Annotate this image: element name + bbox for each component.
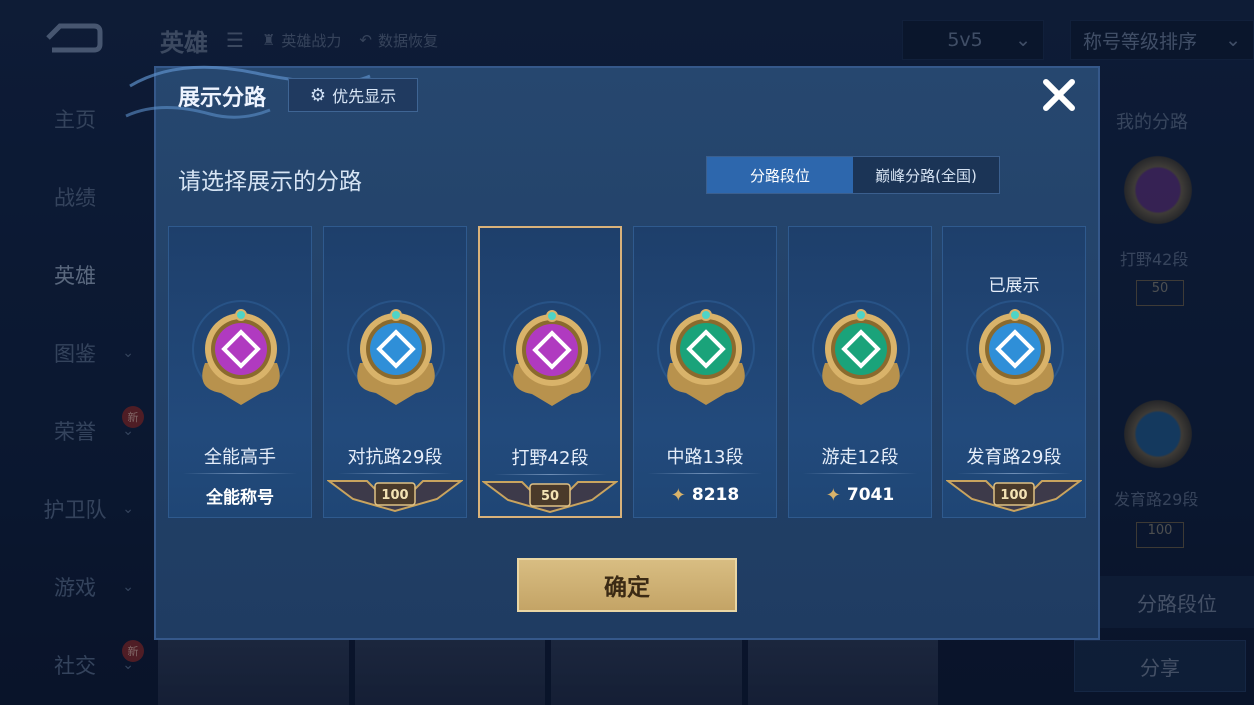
lane-badge-icon: [657, 300, 755, 405]
peak-score: ✦ 7041: [825, 484, 895, 506]
modal-title: 展示分路: [178, 86, 267, 111]
lane-badge-icon: [503, 301, 601, 406]
level-value: 50: [541, 489, 559, 504]
shown-label: 已展示: [988, 276, 1040, 296]
peak-score-icon: ✦: [670, 484, 686, 506]
lane-badge-icon: [192, 300, 290, 405]
close-icon: [1043, 79, 1075, 111]
lane-name: 对抗路29段: [347, 447, 443, 468]
lane-card[interactable]: 游走12段 ✦ 7041: [788, 226, 932, 518]
tab-peak-lane[interactable]: 巅峰分路(全国): [853, 157, 999, 193]
title-label: 全能称号: [206, 487, 274, 508]
lane-badge-icon: [347, 300, 445, 405]
lane-card[interactable]: 已展示发育路29段 100: [942, 226, 1086, 518]
level-plaque: 50: [480, 478, 620, 514]
lane-badge-icon: [966, 300, 1064, 405]
divider: [957, 473, 1071, 474]
lane-name: 游走12段: [821, 447, 899, 468]
plaque-frame-icon: 100: [946, 480, 1082, 513]
confirm-button[interactable]: 确定: [517, 558, 737, 612]
lane-name: 发育路29段: [966, 447, 1062, 468]
lane-badge-icon: [812, 300, 910, 405]
peak-score: ✦ 8218: [670, 484, 740, 506]
peak-score-icon: ✦: [825, 484, 841, 506]
lane-card[interactable]: 对抗路29段 100: [323, 226, 467, 518]
lane-name: 打野42段: [511, 448, 589, 469]
lane-type-toggle: 分路段位 巅峰分路(全国): [706, 156, 1000, 194]
lane-name: 全能高手: [204, 447, 276, 468]
level-plaque: 100: [324, 477, 466, 513]
lane-card[interactable]: 中路13段 ✦ 8218: [633, 226, 777, 518]
gear-icon: ⚙: [309, 84, 327, 106]
lane-card[interactable]: 全能高手 全能称号: [168, 226, 312, 518]
divider: [338, 473, 452, 474]
modal-subtitle: 请选择展示的分路: [178, 169, 362, 195]
close-button[interactable]: [1040, 76, 1078, 114]
divider: [803, 473, 917, 474]
level-value: 100: [1000, 488, 1027, 503]
tab-lane-rank[interactable]: 分路段位: [707, 157, 853, 193]
plaque-frame-icon: 100: [327, 480, 463, 513]
lane-card[interactable]: 打野42段 50: [478, 226, 622, 518]
divider: [648, 473, 762, 474]
lane-name: 中路13段: [666, 447, 744, 468]
plaque-frame-icon: 50: [482, 481, 618, 514]
priority-display-button[interactable]: ⚙ 优先显示: [288, 78, 418, 112]
level-plaque: 100: [943, 477, 1085, 513]
level-value: 100: [381, 488, 408, 503]
divider: [183, 473, 297, 474]
divider: [494, 474, 606, 475]
